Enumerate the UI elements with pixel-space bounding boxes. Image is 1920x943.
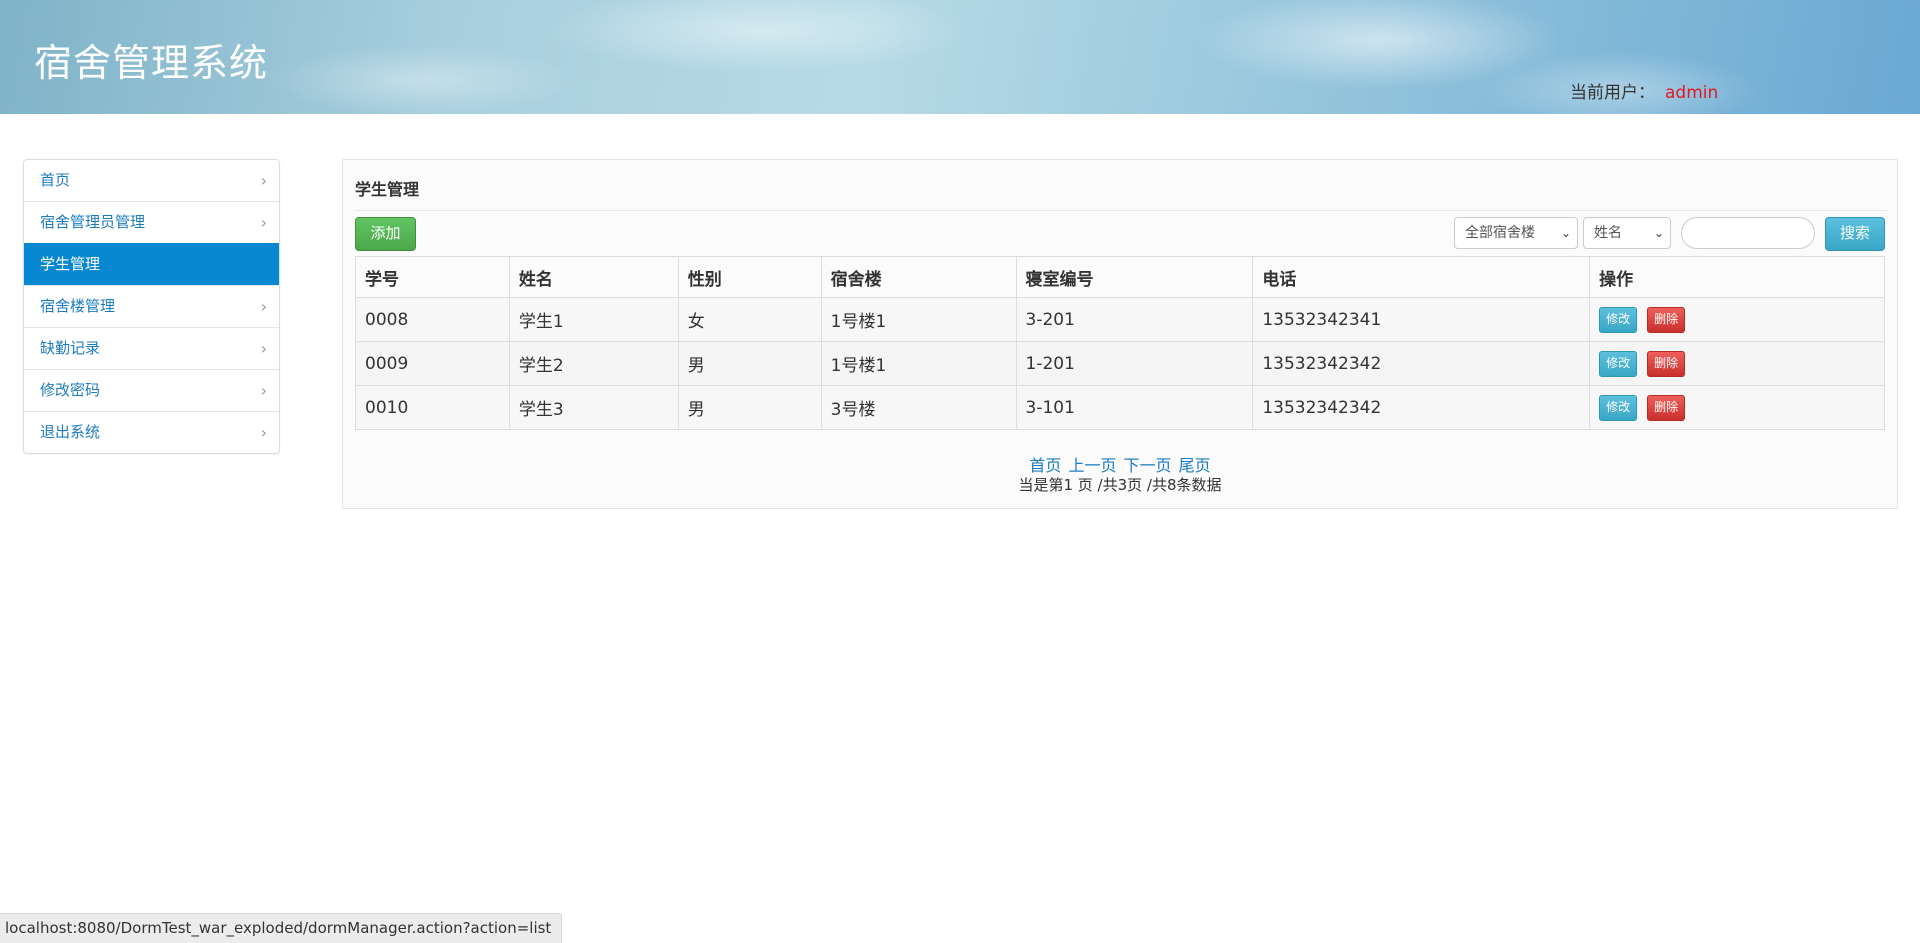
sidebar-item-students[interactable]: 学生管理 — [24, 243, 279, 285]
pagination-info: 当是第1 页 /共3页 /共8条数据 — [1018, 476, 1222, 494]
column-header: 电话 — [1252, 256, 1591, 298]
student-management-panel: 学生管理 添加 全部宿舍楼 ⌄ 姓名 ⌄ 搜索 学号 姓名 性别 宿舍楼 寝室编… — [342, 159, 1898, 509]
sidebar-item-label: 宿舍楼管理 — [40, 297, 116, 315]
sidebar-item-label: 缺勤记录 — [40, 339, 101, 357]
cell-name: 学生1 — [508, 297, 679, 342]
cell-name: 学生2 — [508, 341, 679, 386]
table-row: 0008 学生1 女 1号楼1 3-201 13532342341 修改 删除 — [355, 297, 1885, 342]
chevron-right-icon: › — [260, 171, 267, 190]
search-button[interactable]: 搜索 — [1825, 217, 1885, 251]
delete-button[interactable]: 删除 — [1647, 394, 1686, 421]
cell-room: 3-201 — [1015, 297, 1254, 342]
current-user-name: admin — [1665, 83, 1719, 103]
cell-room: 3-101 — [1015, 385, 1254, 430]
pager-last-link[interactable]: 尾页 — [1179, 456, 1211, 475]
delete-button[interactable]: 删除 — [1647, 350, 1686, 377]
cell-gender: 女 — [677, 297, 822, 342]
header-banner: 宿舍管理系统 当前用户： admin — [0, 0, 1920, 114]
cell-gender: 男 — [677, 341, 822, 386]
cell-gender: 男 — [677, 385, 822, 430]
cell-actions: 修改 删除 — [1589, 341, 1885, 386]
sidebar-item-absence[interactable]: 缺勤记录 › — [24, 327, 279, 369]
chevron-down-icon: ⌄ — [1653, 226, 1664, 240]
sidebar-item-logout[interactable]: 退出系统 › — [24, 411, 279, 453]
chevron-right-icon: › — [260, 213, 267, 232]
cell-student-id: 0010 — [355, 385, 510, 430]
cell-room: 1-201 — [1015, 341, 1254, 386]
column-header: 姓名 — [508, 256, 679, 298]
edit-button[interactable]: 修改 — [1599, 306, 1638, 333]
column-header: 宿舍楼 — [820, 256, 1017, 298]
sidebar-nav: 首页 › 宿舍管理员管理 › 学生管理 宿舍楼管理 › 缺勤记录 › 修改密码 … — [23, 159, 280, 454]
search-field-select-value: 姓名 — [1594, 225, 1622, 241]
column-header: 寝室编号 — [1015, 256, 1254, 298]
divider — [355, 210, 1887, 211]
column-header: 学号 — [355, 256, 510, 298]
table-row: 0009 学生2 男 1号楼1 1-201 13532342342 修改 删除 — [355, 341, 1885, 386]
sidebar-item-label: 首页 — [40, 171, 71, 189]
delete-button[interactable]: 删除 — [1647, 306, 1686, 333]
browser-status-url: localhost:8080/DormTest_war_exploded/dor… — [0, 913, 563, 943]
chevron-down-icon: ⌄ — [1560, 226, 1571, 240]
edit-button[interactable]: 修改 — [1599, 350, 1638, 377]
table-header-row: 学号 姓名 性别 宿舍楼 寝室编号 电话 操作 — [355, 256, 1885, 298]
table-row: 0010 学生3 男 3号楼 3-101 13532342342 修改 删除 — [355, 385, 1885, 430]
pagination: 首页 上一页 下一页 尾页 — [343, 452, 1897, 476]
building-select[interactable]: 全部宿舍楼 ⌄ — [1454, 217, 1578, 249]
app-title: 宿舍管理系统 — [34, 41, 269, 85]
sidebar-item-buildings[interactable]: 宿舍楼管理 › — [24, 285, 279, 327]
sidebar-item-label: 退出系统 — [40, 423, 101, 441]
cell-phone: 13532342342 — [1252, 341, 1591, 386]
cell-building: 1号楼1 — [820, 297, 1017, 342]
sidebar-item-label: 学生管理 — [40, 255, 101, 273]
chevron-right-icon: › — [260, 339, 267, 358]
cell-phone: 13532342342 — [1252, 385, 1591, 430]
chevron-right-icon: › — [260, 297, 267, 316]
cell-actions: 修改 删除 — [1589, 297, 1885, 342]
sidebar-item-label: 修改密码 — [40, 381, 101, 399]
chevron-right-icon: › — [260, 423, 267, 442]
pager-next-link[interactable]: 下一页 — [1124, 456, 1172, 475]
edit-button[interactable]: 修改 — [1599, 394, 1638, 421]
page-title: 学生管理 — [355, 180, 420, 199]
cell-building: 1号楼1 — [820, 341, 1017, 386]
cell-name: 学生3 — [508, 385, 679, 430]
chevron-right-icon: › — [260, 381, 267, 400]
sidebar-item-password[interactable]: 修改密码 › — [24, 369, 279, 411]
cell-student-id: 0008 — [355, 297, 510, 342]
sidebar-item-home[interactable]: 首页 › — [24, 160, 279, 201]
sidebar-item-label: 宿舍管理员管理 — [40, 213, 146, 231]
pager-first-link[interactable]: 首页 — [1029, 456, 1061, 475]
building-select-value: 全部宿舍楼 — [1465, 225, 1535, 241]
current-user-label: 当前用户： — [1570, 83, 1655, 103]
cell-phone: 13532342341 — [1252, 297, 1591, 342]
cell-student-id: 0009 — [355, 341, 510, 386]
search-field-select[interactable]: 姓名 ⌄ — [1583, 217, 1671, 249]
cell-building: 3号楼 — [820, 385, 1017, 430]
pager-prev-link[interactable]: 上一页 — [1068, 456, 1116, 475]
student-table: 学号 姓名 性别 宿舍楼 寝室编号 电话 操作 0008 学生1 女 1号楼1 … — [355, 256, 1885, 430]
cell-actions: 修改 删除 — [1589, 385, 1885, 430]
current-user: 当前用户： admin — [1570, 78, 1718, 103]
column-header: 性别 — [677, 256, 822, 298]
sidebar-item-dorm-manager[interactable]: 宿舍管理员管理 › — [24, 201, 279, 243]
add-button[interactable]: 添加 — [355, 217, 416, 251]
search-input[interactable] — [1681, 217, 1815, 249]
column-header: 操作 — [1589, 256, 1885, 298]
